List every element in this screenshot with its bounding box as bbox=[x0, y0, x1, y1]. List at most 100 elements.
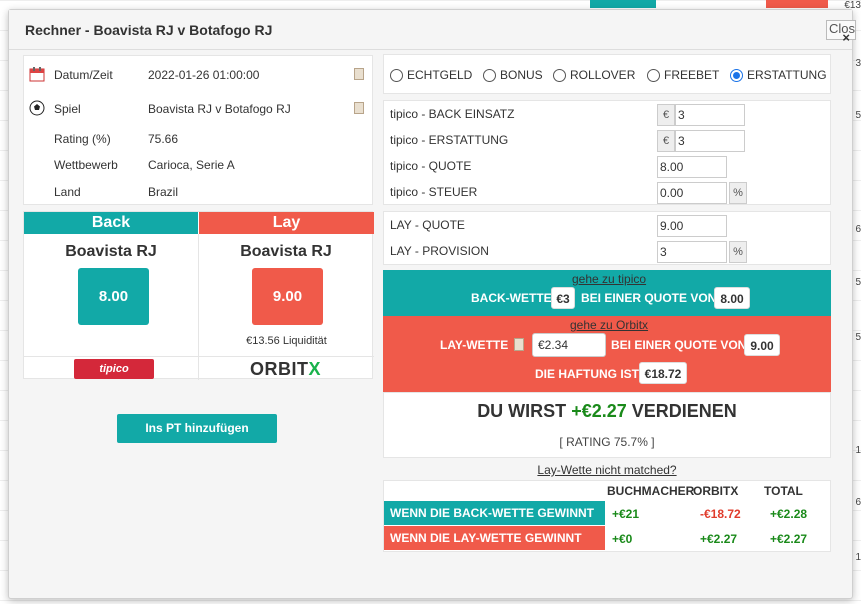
divider bbox=[24, 356, 374, 357]
lay-instruction: gehe zu Orbitx LAY-WETTE €2.34 BEI EINER… bbox=[383, 316, 831, 392]
mode-label: ROLLOVER bbox=[570, 68, 636, 82]
background-cell: 6 bbox=[855, 497, 861, 508]
percent-addon: % bbox=[729, 241, 747, 263]
bet-mode-selector: ECHTGELD BONUS ROLLOVER FREEBET ERSTATTU… bbox=[383, 54, 831, 94]
close-icon[interactable]: × bbox=[842, 30, 850, 45]
info-row-datetime: Datum/Zeit 2022-01-26 01:00:00 bbox=[24, 66, 372, 86]
row-label-lay-wins: WENN DIE LAY-WETTE GEWINNT bbox=[384, 526, 605, 550]
back-bet-label: BACK-WETTE bbox=[471, 291, 552, 305]
info-label: Datum/Zeit bbox=[54, 68, 113, 82]
calculator-dialog: Rechner - Boavista RJ v Botafogo RJ Clos… bbox=[8, 9, 856, 599]
close-button[interactable]: Close bbox=[826, 20, 856, 40]
table-cell: +€2.27 bbox=[770, 532, 808, 546]
background-tab-red bbox=[766, 0, 828, 8]
info-value: Boavista RJ v Botafogo RJ bbox=[148, 102, 291, 116]
radio-icon[interactable] bbox=[390, 68, 403, 82]
currency-addon: € bbox=[657, 130, 675, 152]
row-back-odds: tipico - QUOTE 8.00 bbox=[384, 154, 830, 178]
mode-bonus[interactable]: BONUS bbox=[483, 68, 543, 82]
lay-bet-label: LAY-WETTE bbox=[440, 338, 509, 352]
radio-selected-icon[interactable] bbox=[730, 68, 743, 82]
copy-icon[interactable] bbox=[354, 68, 364, 80]
liability-label: DIE HAFTUNG IST bbox=[535, 367, 639, 381]
back-odds-pill: 8.00 bbox=[714, 287, 750, 309]
row-commission: LAY - PROVISION 3 % bbox=[384, 239, 830, 263]
orbitx-logo-text: ORBIT bbox=[250, 359, 309, 379]
row-tax: tipico - STEUER 0.00 % bbox=[384, 180, 830, 204]
table-cell: +€0 bbox=[612, 532, 633, 546]
back-stake-pill: €3 bbox=[551, 287, 575, 309]
background-cell: 1 bbox=[855, 552, 861, 563]
lay-odds-text: BEI EINER QUOTE VON bbox=[611, 338, 747, 352]
field-label: tipico - ERSTATTUNG bbox=[390, 133, 509, 147]
back-odds-input[interactable]: 8.00 bbox=[657, 156, 727, 178]
event-info-panel: Datum/Zeit 2022-01-26 01:00:00 Spiel Boa… bbox=[23, 55, 373, 205]
info-label: Spiel bbox=[54, 102, 81, 116]
radio-icon[interactable] bbox=[483, 68, 496, 82]
clipboard-icon[interactable] bbox=[514, 338, 524, 351]
back-odds-text: BEI EINER QUOTE VON bbox=[581, 291, 717, 305]
mode-label: ECHTGELD bbox=[407, 68, 473, 82]
radio-icon[interactable] bbox=[553, 68, 566, 82]
profit-suffix: VERDIENEN bbox=[631, 401, 737, 421]
percent-addon: % bbox=[729, 182, 747, 204]
table-cell: +€21 bbox=[612, 507, 640, 521]
mode-erstattung[interactable]: ERSTATTUNG bbox=[730, 68, 827, 82]
football-icon bbox=[29, 100, 45, 116]
info-label: Rating (%) bbox=[54, 132, 111, 146]
background-cell: 5 bbox=[855, 277, 861, 288]
info-row-match: Spiel Boavista RJ v Botafogo RJ bbox=[24, 100, 372, 120]
lay-stake-input[interactable]: €2.34 bbox=[532, 333, 606, 357]
info-row-country: Land Brazil bbox=[24, 183, 372, 203]
back-odds-box[interactable]: 8.00 bbox=[78, 268, 149, 325]
lay-not-matched-link[interactable]: Lay-Wette nicht matched? bbox=[383, 463, 831, 477]
profit-prefix: DU WIRST bbox=[477, 401, 567, 421]
back-form: tipico - BACK EINSATZ € 3 tipico - ERSTA… bbox=[383, 100, 831, 205]
table-header: TOTAL bbox=[764, 484, 803, 498]
background-right-column: €13 3 5 6 5 5 1 6 1 bbox=[844, 0, 861, 604]
lay-odds-pill: 9.00 bbox=[744, 334, 780, 356]
info-value: 2022-01-26 01:00:00 bbox=[148, 68, 260, 82]
info-label: Wettbewerb bbox=[54, 158, 118, 172]
commission-input[interactable]: 3 bbox=[657, 241, 727, 263]
lay-odds-box[interactable]: 9.00 bbox=[252, 268, 323, 325]
orbitx-logo[interactable]: ORBITX bbox=[250, 359, 321, 380]
row-lay-odds: LAY - QUOTE 9.00 bbox=[384, 213, 830, 237]
tipico-logo[interactable]: tipico bbox=[74, 359, 154, 379]
background-cell: 1 bbox=[855, 445, 861, 456]
background-cell: 5 bbox=[855, 332, 861, 343]
refund-input[interactable]: 3 bbox=[675, 130, 745, 152]
table-cell: +€2.28 bbox=[770, 507, 808, 521]
field-label: LAY - PROVISION bbox=[390, 244, 489, 258]
copy-icon[interactable] bbox=[354, 102, 364, 114]
tax-input[interactable]: 0.00 bbox=[657, 182, 727, 204]
info-row-competition: Wettbewerb Carioca, Serie A bbox=[24, 156, 372, 176]
mode-label: ERSTATTUNG bbox=[747, 68, 827, 82]
rating-text: [ RATING 75.7% ] bbox=[559, 435, 655, 449]
background-tab-teal bbox=[590, 0, 656, 8]
mode-echtgeld[interactable]: ECHTGELD bbox=[390, 68, 472, 82]
table-header: ORBITX bbox=[693, 484, 739, 498]
currency-addon: € bbox=[657, 104, 675, 126]
dialog-titlebar: Rechner - Boavista RJ v Botafogo RJ Clos… bbox=[9, 10, 856, 50]
mode-freebet[interactable]: FREEBET bbox=[647, 68, 719, 82]
mode-rollover[interactable]: ROLLOVER bbox=[553, 68, 635, 82]
back-lay-panel: Back Lay Boavista RJ Boavista RJ 8.00 9.… bbox=[23, 211, 374, 380]
add-to-pt-button[interactable]: Ins PT hinzufügen bbox=[117, 414, 277, 443]
goto-tipico-link[interactable]: gehe zu tipico bbox=[572, 272, 646, 286]
profit-result: DU WIRST +€2.27 VERDIENEN [ RATING 75.7%… bbox=[383, 392, 831, 458]
lay-form: LAY - QUOTE 9.00 LAY - PROVISION 3 % bbox=[383, 211, 831, 265]
dialog-title: Rechner - Boavista RJ v Botafogo RJ bbox=[25, 22, 273, 38]
radio-icon[interactable] bbox=[647, 68, 660, 82]
liability-pill: €18.72 bbox=[639, 362, 687, 384]
table-cell: +€2.27 bbox=[700, 532, 738, 546]
field-label: tipico - QUOTE bbox=[390, 159, 472, 173]
back-stake-input[interactable]: 3 bbox=[675, 104, 745, 126]
row-refund: tipico - ERSTATTUNG € 3 bbox=[384, 128, 830, 152]
liquidity-text: €13.56 Liquidität bbox=[246, 335, 327, 347]
goto-orbitx-link[interactable]: gehe zu Orbitx bbox=[570, 318, 648, 332]
back-instruction: gehe zu tipico BACK-WETTE €3 BEI EINER Q… bbox=[383, 270, 831, 316]
background-cell: 3 bbox=[855, 58, 861, 69]
calendar-icon bbox=[29, 67, 45, 82]
lay-odds-input[interactable]: 9.00 bbox=[657, 215, 727, 237]
